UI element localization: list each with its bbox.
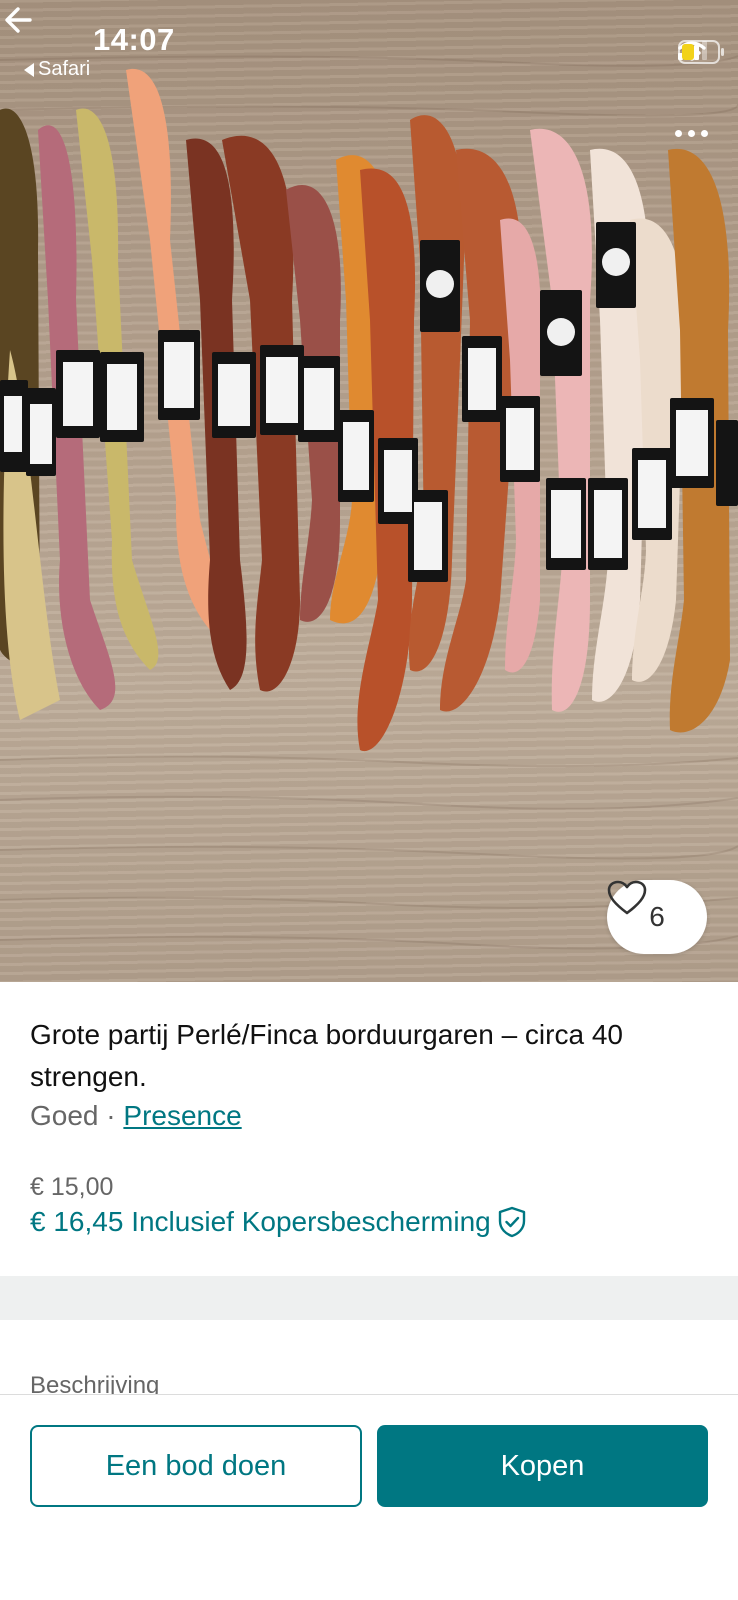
description-heading: Beschrijving <box>30 1372 160 1394</box>
status-time: 14:07 <box>93 22 175 57</box>
favorite-button[interactable]: 6 <box>607 880 707 954</box>
battery-icon <box>678 40 724 64</box>
back-to-safari[interactable]: Safari <box>24 58 90 81</box>
shield-check-icon <box>498 1206 525 1238</box>
section-divider <box>0 1276 738 1320</box>
back-triangle-icon <box>24 62 34 77</box>
action-bar: Een bod doen Kopen <box>0 1394 738 1600</box>
price-with-protection[interactable]: € 16,45 Inclusief Kopersbescherming <box>30 1206 527 1238</box>
heart-icon <box>607 880 647 915</box>
condition-label: Goed <box>30 1100 99 1131</box>
make-offer-button[interactable]: Een bod doen <box>30 1425 362 1507</box>
listing-meta: Goed · Presence <box>30 1100 242 1132</box>
price-total-label: € 16,45 Inclusief Kopersbescherming <box>30 1206 491 1237</box>
favorite-count: 6 <box>649 901 665 932</box>
item-price: € 15,00 <box>30 1173 114 1201</box>
product-photo[interactable]: 14:07 Safari 6 <box>0 0 738 982</box>
meta-separator: · <box>98 1100 124 1131</box>
buy-button[interactable]: Kopen <box>377 1425 708 1507</box>
more-options-icon[interactable] <box>675 130 708 137</box>
brand-link[interactable]: Presence <box>123 1100 241 1131</box>
listing-title: Grote partij Perlé/Finca borduurgaren – … <box>30 1019 623 1092</box>
back-app-label: Safari <box>38 58 91 80</box>
thread-skeins-image <box>0 55 738 950</box>
back-arrow-icon[interactable] <box>0 0 40 40</box>
